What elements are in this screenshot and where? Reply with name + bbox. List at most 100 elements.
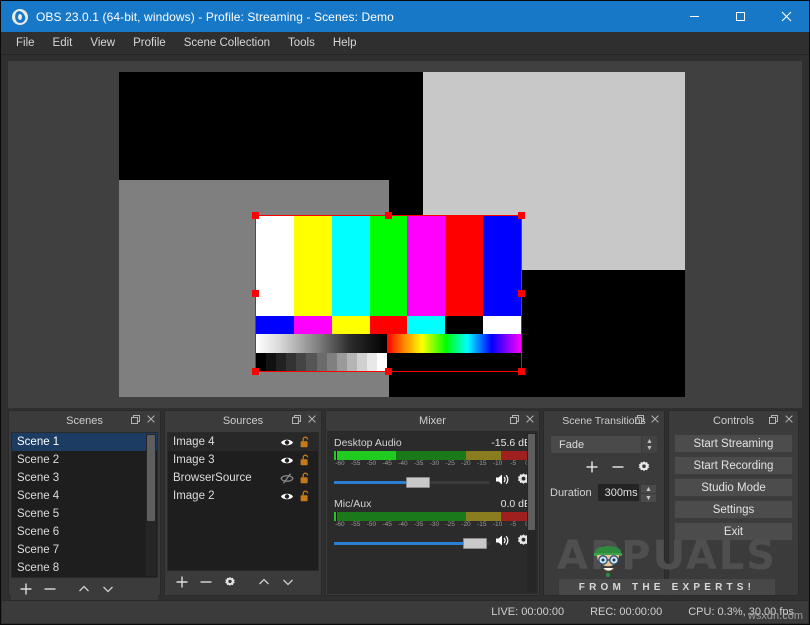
sources-dock-header: Sources: [165, 411, 321, 430]
mixer-scrollbar-thumb[interactable]: [528, 434, 535, 530]
mixer-dock: Mixer Desktop Audio -15.6: [325, 410, 540, 596]
remove-transition-button[interactable]: [610, 457, 626, 477]
settings-button[interactable]: Settings: [674, 500, 793, 519]
resize-handle-bottom-center[interactable]: [385, 368, 392, 375]
duration-input[interactable]: 300ms ▲▼: [597, 483, 640, 502]
minimize-icon[interactable]: [671, 1, 717, 32]
move-source-up-button[interactable]: [253, 572, 275, 592]
source-properties-button[interactable]: [219, 572, 241, 592]
meter-tick: -5: [510, 521, 516, 528]
sources-list[interactable]: Image 4 Image 3: [167, 432, 319, 571]
speaker-icon[interactable]: [495, 473, 511, 491]
duration-spinner[interactable]: ▲▼: [640, 484, 657, 503]
controls-dock: Controls Start Streaming Start Recording…: [668, 410, 799, 596]
move-scene-up-button[interactable]: [73, 579, 95, 599]
float-icon[interactable]: [510, 415, 519, 427]
start-recording-button[interactable]: Start Recording: [674, 456, 793, 475]
transitions-dock-header: Scene Transitions: [544, 411, 664, 430]
menu-view[interactable]: View: [81, 34, 124, 52]
meter-tick: -60: [335, 521, 344, 528]
add-source-button[interactable]: [171, 572, 193, 592]
volume-slider[interactable]: [334, 537, 490, 550]
speaker-icon[interactable]: [495, 534, 511, 552]
scene-list-item[interactable]: Scene 2: [12, 451, 157, 469]
resize-handle-bottom-right[interactable]: [518, 368, 525, 375]
menu-file[interactable]: File: [7, 34, 44, 52]
lock-open-icon[interactable]: [296, 490, 314, 502]
resize-handle-top-left[interactable]: [252, 212, 259, 219]
meter-tick: -45: [382, 521, 391, 528]
resize-handle-bottom-left[interactable]: [252, 368, 259, 375]
source-list-item[interactable]: BrowserSource: [168, 469, 318, 487]
menu-scene-collection[interactable]: Scene Collection: [175, 34, 279, 52]
move-source-down-button[interactable]: [277, 572, 299, 592]
transition-spinner[interactable]: ▲▼: [641, 436, 657, 453]
scene-list-item[interactable]: Scene 1: [12, 433, 157, 451]
duration-row: Duration 300ms ▲▼: [550, 483, 658, 502]
volume-slider[interactable]: [334, 476, 490, 489]
eye-icon[interactable]: [278, 437, 296, 448]
remove-scene-button[interactable]: [39, 579, 61, 599]
meter-tick: -60: [335, 460, 344, 467]
menu-edit[interactable]: Edit: [44, 34, 82, 52]
scenes-scrollbar-thumb[interactable]: [147, 435, 155, 521]
resize-handle-middle-right[interactable]: [518, 290, 525, 297]
float-icon[interactable]: [131, 415, 140, 427]
canvas-quadrant-top-left: [119, 72, 423, 180]
menu-help[interactable]: Help: [324, 34, 366, 52]
exit-button[interactable]: Exit: [674, 522, 793, 541]
meter-tick: -20: [461, 521, 470, 528]
move-scene-down-button[interactable]: [97, 579, 119, 599]
channel-level: -15.6 dB: [491, 437, 531, 449]
transition-select[interactable]: Fade ▲▼: [550, 435, 658, 454]
scenes-list[interactable]: Scene 1 Scene 2 Scene 3 Scene 4 Scene 5 …: [11, 432, 158, 578]
start-streaming-button[interactable]: Start Streaming: [674, 434, 793, 453]
close-icon[interactable]: [147, 415, 155, 426]
float-icon[interactable]: [292, 415, 301, 427]
resize-handle-top-center[interactable]: [385, 212, 392, 219]
eye-slash-icon[interactable]: [278, 473, 296, 484]
resize-handle-middle-left[interactable]: [252, 290, 259, 297]
eye-icon[interactable]: [278, 491, 296, 502]
scene-list-item[interactable]: Scene 4: [12, 487, 157, 505]
controls-dock-title: Controls: [713, 415, 754, 427]
float-icon[interactable]: [635, 415, 644, 427]
menu-profile[interactable]: Profile: [124, 34, 175, 52]
source-list-item[interactable]: Image 3: [168, 451, 318, 469]
studio-mode-button[interactable]: Studio Mode: [674, 478, 793, 497]
scene-list-item[interactable]: Scene 8: [12, 559, 157, 577]
close-icon[interactable]: [785, 415, 793, 426]
menu-tools[interactable]: Tools: [279, 34, 324, 52]
float-icon[interactable]: [769, 415, 778, 427]
scene-list-item[interactable]: Scene 6: [12, 523, 157, 541]
mixer-scrollbar[interactable]: [527, 433, 536, 592]
maximize-icon[interactable]: [717, 1, 763, 32]
add-scene-button[interactable]: [15, 579, 37, 599]
selected-source-image[interactable]: [256, 216, 521, 371]
source-list-item[interactable]: Image 4: [168, 433, 318, 451]
meter-tick: -40: [398, 460, 407, 467]
lock-open-icon[interactable]: [296, 454, 314, 466]
close-icon[interactable]: [763, 1, 809, 32]
scene-list-item[interactable]: Scene 7: [12, 541, 157, 559]
preview-area[interactable]: [8, 61, 802, 408]
close-icon[interactable]: [651, 415, 659, 426]
site-watermark: wsxdn.com: [748, 610, 803, 622]
color-bars-top: [256, 216, 521, 316]
scenes-dock: Scenes Scene 1 Scene 2 Scene 3 Scene 4: [8, 410, 161, 596]
scene-list-item[interactable]: Scene 5: [12, 505, 157, 523]
close-icon[interactable]: [526, 415, 534, 426]
transition-properties-button[interactable]: [636, 457, 652, 477]
scenes-scrollbar[interactable]: [146, 434, 156, 576]
add-transition-button[interactable]: [584, 457, 600, 477]
remove-source-button[interactable]: [195, 572, 217, 592]
eye-icon[interactable]: [278, 455, 296, 466]
lock-open-icon[interactable]: [296, 436, 314, 448]
meter-tick: -40: [398, 521, 407, 528]
close-icon[interactable]: [308, 415, 316, 426]
resize-handle-top-right[interactable]: [518, 212, 525, 219]
lock-open-icon[interactable]: [296, 472, 314, 484]
live-status: LIVE: 00:00:00: [491, 606, 564, 618]
scene-list-item[interactable]: Scene 3: [12, 469, 157, 487]
source-list-item[interactable]: Image 2: [168, 487, 318, 505]
